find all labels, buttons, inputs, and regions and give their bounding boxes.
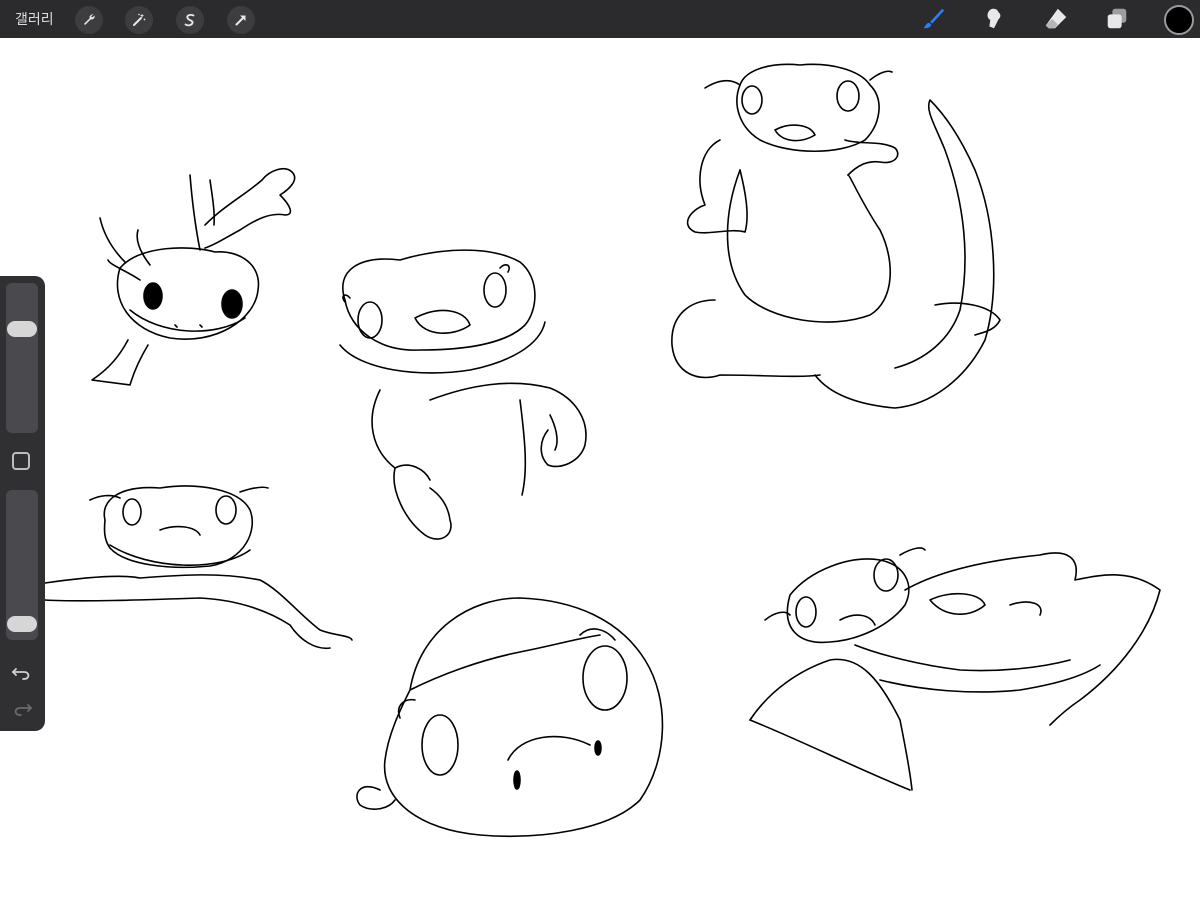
color-picker-button[interactable]: [1164, 5, 1194, 35]
gecko-sketch-4: [44, 485, 353, 650]
drawing-canvas[interactable]: [0, 38, 1200, 899]
gecko-sketch-5: [356, 597, 664, 838]
brush-icon: [923, 8, 945, 29]
modify-button[interactable]: [12, 452, 30, 470]
gecko-sketch-6: [749, 547, 1161, 791]
smudge-button[interactable]: [980, 5, 1008, 33]
eraser-button[interactable]: [1042, 5, 1070, 33]
top-toolbar: 갤러리: [0, 0, 1200, 38]
layers-button[interactable]: [1103, 5, 1131, 33]
actions-button[interactable]: [75, 6, 103, 34]
gecko-sketch-3: [671, 63, 1001, 409]
opacity-thumb[interactable]: [7, 615, 37, 632]
selection-button[interactable]: [176, 6, 204, 34]
wrench-icon: [84, 14, 95, 25]
brush-button[interactable]: [919, 5, 947, 33]
brush-size-thumb[interactable]: [7, 320, 37, 337]
magic-wand-icon: [133, 13, 146, 26]
undo-button[interactable]: [10, 662, 34, 682]
brush-size-slider[interactable]: [6, 283, 38, 433]
smudge-icon: [987, 8, 1001, 29]
arrow-icon: [235, 15, 246, 26]
gecko-sketch-1: [91, 168, 296, 386]
gallery-button[interactable]: 갤러리: [15, 9, 54, 29]
opacity-slider[interactable]: [6, 490, 38, 640]
gecko-sketch-2: [339, 249, 587, 540]
transform-button[interactable]: [227, 6, 255, 34]
left-sidebar: [0, 276, 45, 731]
layers-icon: [1107, 8, 1127, 29]
selection-s-icon: [184, 14, 195, 27]
redo-icon: [14, 704, 33, 716]
undo-icon: [11, 668, 30, 680]
redo-button[interactable]: [10, 698, 34, 718]
adjustments-button[interactable]: [125, 6, 153, 34]
eraser-icon: [1045, 8, 1067, 29]
